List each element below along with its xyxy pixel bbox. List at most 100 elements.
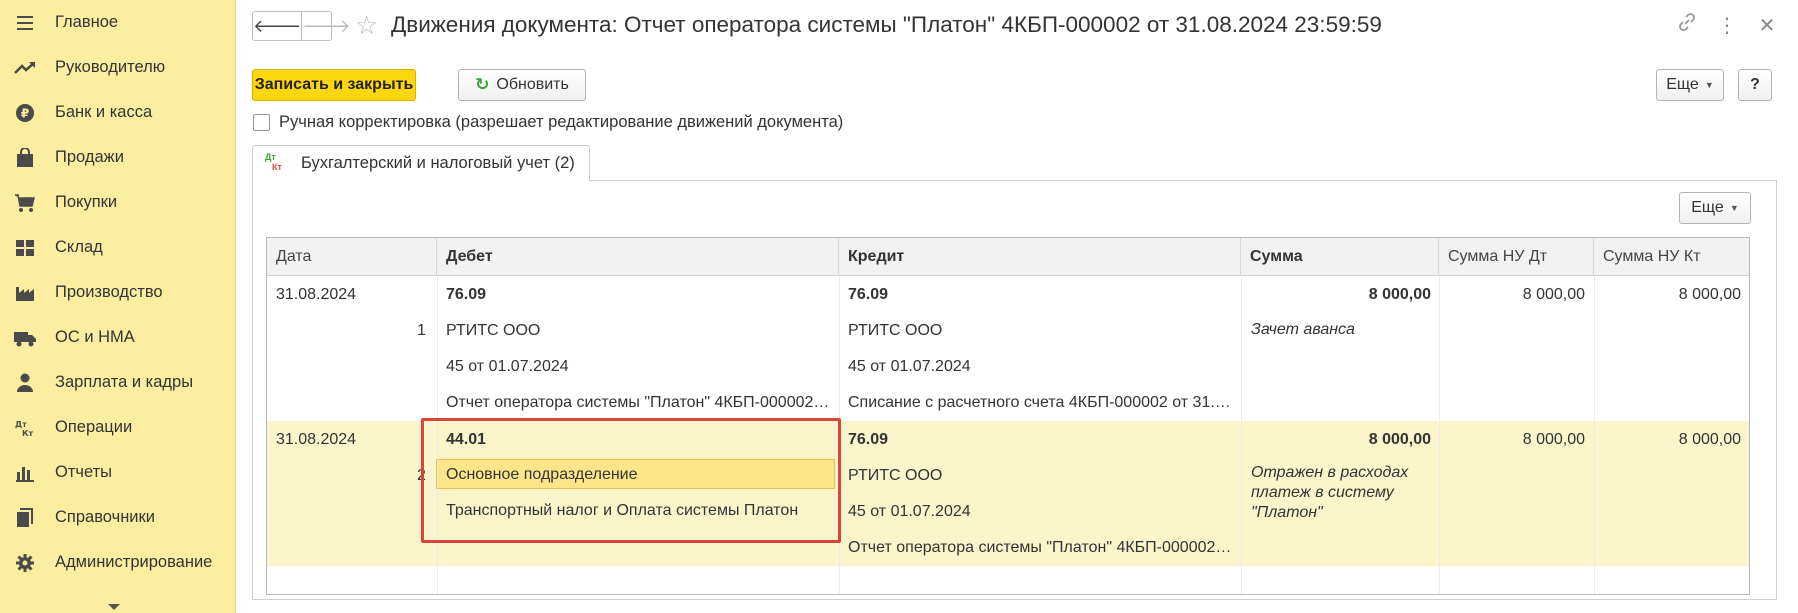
sidebar-item-operations[interactable]: Дт Кт Операции <box>0 405 236 450</box>
sidebar-item-label: Справочники <box>55 508 155 526</box>
chevron-down-icon: ▼ <box>1704 80 1714 90</box>
column-header-sum-nu-dt[interactable]: Сумма НУ Дт <box>1439 238 1594 276</box>
refresh-button[interactable]: ↻ Обновить <box>458 69 586 101</box>
column-header-sum[interactable]: Сумма <box>1241 238 1439 276</box>
sidebar-item-reports[interactable]: Отчеты <box>0 450 236 495</box>
sidebar-item-label: ОС и НМА <box>55 328 135 346</box>
sidebar-item-label: Производство <box>55 283 163 301</box>
table-row[interactable]: 31.08.2024 1 76.09 РТИТС ООО 45 от 01.07… <box>267 276 1749 421</box>
sidebar-item-sales[interactable]: Продажи <box>0 135 236 180</box>
cell-credit-subconto-3: Отчет оператора системы "Платон" 4КБП-00… <box>848 539 1233 556</box>
window-actions: ⋮ ✕ <box>1676 12 1778 38</box>
cell-row-number: 2 <box>417 467 426 484</box>
sidebar-item-label: Покупки <box>55 193 118 211</box>
manual-correction-checkbox[interactable] <box>253 114 270 131</box>
back-button[interactable]: 🡐 <box>253 12 303 40</box>
sidebar-item-manager[interactable]: Руководителю <box>0 45 236 90</box>
page-title: Движения документа: Отчет оператора сист… <box>391 12 1382 37</box>
truck-icon <box>13 326 37 350</box>
chevron-down-icon: ▼ <box>1729 203 1739 213</box>
sidebar-item-directories[interactable]: Справочники <box>0 495 236 540</box>
table-row-selected[interactable]: 31.08.2024 2 44.01 8 000,00 Отражен в ра… <box>267 421 1749 566</box>
column-header-date[interactable]: Дата <box>267 238 437 276</box>
history-navigation: 🡐 🡒 <box>252 11 351 41</box>
sidebar-item-label: Отчеты <box>55 463 113 481</box>
sidebar-item-salary[interactable]: Зарплата и кадры <box>0 360 236 405</box>
column-header-debit[interactable]: Дебет <box>437 238 839 276</box>
cart-icon <box>13 191 37 215</box>
cell-content: Зачет аванса <box>1251 321 1355 338</box>
cell-debit-subconto-2: 45 от 01.07.2024 <box>446 358 569 375</box>
cell-debit-subconto-2: Транспортный налог и Оплата системы Плат… <box>446 502 799 519</box>
person-icon <box>13 371 37 395</box>
sidebar-item-label: Руководителю <box>55 58 166 76</box>
cell-debit-subconto-3: Отчет оператора системы "Платон" 4КБП-00… <box>446 394 831 411</box>
cell-sum-nu-dt: 8 000,00 <box>1522 286 1585 303</box>
more-vertical-icon[interactable]: ⋮ <box>1716 13 1738 38</box>
cell-credit-subconto-2: 45 от 01.07.2024 <box>848 503 971 520</box>
sidebar-item-warehouse[interactable]: Склад <box>0 225 236 270</box>
sidebar-item-label: Банк и касса <box>55 103 153 121</box>
save-and-close-button[interactable]: Записать и закрыть <box>252 69 416 101</box>
sidebar: Главное Руководителю ₽ Банк и касса Прод… <box>0 0 236 613</box>
panel-more-button[interactable]: Еще ▼ <box>1679 192 1751 224</box>
refresh-label: Обновить <box>496 76 569 93</box>
cell-content: Отражен в расходах платеж в систему "Пла… <box>1251 464 1409 521</box>
cell-date: 31.08.2024 <box>276 286 357 303</box>
column-divider <box>839 276 840 594</box>
sidebar-item-label: Операции <box>55 418 133 436</box>
svg-text:₽: ₽ <box>21 106 29 120</box>
sidebar-item-main[interactable]: Главное <box>0 0 236 45</box>
movements-table: Дата Дебет Кредит Сумма Сумма НУ Дт Сумм… <box>266 237 1750 595</box>
cell-sum: 8 000,00 <box>1368 431 1431 448</box>
cell-debit-subconto-1: РТИТС ООО <box>446 322 541 339</box>
book-icon <box>13 506 37 530</box>
sidebar-item-label: Администрирование <box>55 553 213 571</box>
close-icon[interactable]: ✕ <box>1756 13 1778 38</box>
tab-label: Бухгалтерский и налоговый учет (2) <box>301 154 575 172</box>
cell-sum: 8 000,00 <box>1368 286 1431 303</box>
cell-debit-account: 44.01 <box>446 431 487 448</box>
manual-correction-label[interactable]: Ручная корректировка (разрешает редактир… <box>279 113 843 132</box>
bar-chart-icon <box>13 461 37 485</box>
sidebar-item-assets[interactable]: ОС и НМА <box>0 315 236 360</box>
cell-debit-subconto-1[interactable]: Основное подразделение <box>446 466 831 484</box>
sidebar-item-bank[interactable]: ₽ Банк и касса <box>0 90 236 135</box>
sidebar-scroll-down-icon[interactable] <box>108 604 120 610</box>
cell-sum-nu-kt: 8 000,00 <box>1678 286 1741 303</box>
favorite-star-icon[interactable]: ☆ <box>355 11 383 39</box>
sidebar-item-administration[interactable]: Администрирование <box>0 540 236 585</box>
column-header-sum-nu-kt[interactable]: Сумма НУ Кт <box>1594 238 1749 276</box>
manual-correction-row: Ручная корректировка (разрешает редактир… <box>253 113 843 132</box>
factory-icon <box>13 281 37 305</box>
cell-credit-subconto-1: РТИТС ООО <box>848 322 943 339</box>
svg-text:Дт: Дт <box>15 420 27 429</box>
sidebar-item-label: Зарплата и кадры <box>55 373 194 391</box>
tab-accounting[interactable]: Дт Кт Бухгалтерский и налоговый учет (2) <box>252 145 590 181</box>
warehouse-icon <box>13 236 37 260</box>
svg-text:Кт: Кт <box>22 429 34 438</box>
more-label: Еще <box>1691 199 1724 216</box>
more-button[interactable]: Еще ▼ <box>1656 69 1724 101</box>
bag-icon <box>13 146 37 170</box>
menu-icon <box>13 11 37 35</box>
dtkt-icon: Дт Кт <box>13 416 37 440</box>
trend-icon <box>13 56 37 80</box>
cell-sum-nu-kt: 8 000,00 <box>1678 431 1741 448</box>
help-button[interactable]: ? <box>1738 69 1772 101</box>
column-divider <box>437 276 438 594</box>
cell-sum-nu-dt: 8 000,00 <box>1522 431 1585 448</box>
cell-credit-subconto-2: 45 от 01.07.2024 <box>848 358 971 375</box>
cell-row-number: 1 <box>417 322 426 339</box>
column-divider <box>1594 276 1595 594</box>
sidebar-item-production[interactable]: Производство <box>0 270 236 315</box>
cell-credit-subconto-3: Списание с расчетного счета 4КБП-000002 … <box>848 394 1233 411</box>
forward-button[interactable]: 🡒 <box>302 12 350 40</box>
ruble-icon: ₽ <box>13 101 37 125</box>
more-label: Еще <box>1666 76 1699 93</box>
sidebar-item-purchases[interactable]: Покупки <box>0 180 236 225</box>
refresh-icon: ↻ <box>475 75 490 94</box>
link-icon[interactable] <box>1676 12 1698 38</box>
column-header-credit[interactable]: Кредит <box>839 238 1241 276</box>
sidebar-item-label: Продажи <box>55 148 124 166</box>
